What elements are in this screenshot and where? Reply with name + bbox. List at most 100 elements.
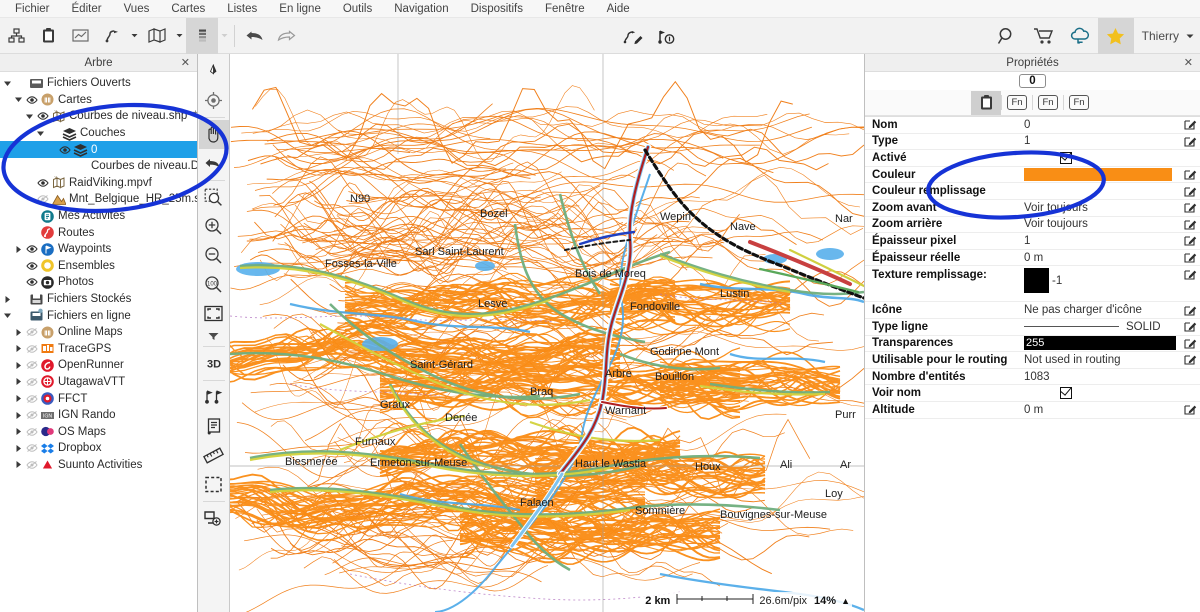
zoom-out-icon[interactable] xyxy=(199,241,229,270)
tab-fn-3[interactable]: Fn xyxy=(1064,91,1094,115)
checkbox-checked-icon[interactable] xyxy=(1060,151,1072,164)
chevron-right-icon[interactable] xyxy=(13,245,24,254)
close-icon[interactable]: ✕ xyxy=(1184,56,1193,69)
tree-item[interactable]: Suunto Activities xyxy=(0,457,197,474)
visibility-eye-icon[interactable] xyxy=(57,145,72,155)
chevron-down-icon[interactable] xyxy=(35,129,46,138)
tree-item[interactable]: Fichiers Ouverts xyxy=(0,75,197,92)
property-row[interactable]: Couleur remplissage xyxy=(865,183,1200,200)
edit-property-icon[interactable] xyxy=(1180,135,1200,148)
map-icon[interactable] xyxy=(141,18,173,54)
property-value[interactable]: 1083 xyxy=(1024,371,1180,383)
tree-item[interactable]: Online Maps xyxy=(0,324,197,341)
visibility-eye-icon[interactable] xyxy=(24,410,39,420)
edit-property-icon[interactable] xyxy=(1180,320,1200,333)
property-row[interactable]: Texture remplissage: -1 xyxy=(865,266,1200,303)
property-row[interactable]: Voir nom xyxy=(865,385,1200,402)
tree-item[interactable]: IGN IGN Rando xyxy=(0,407,197,424)
edit-property-icon[interactable] xyxy=(1180,168,1200,181)
chevron-right-icon[interactable] xyxy=(13,361,24,370)
tab-clipboard[interactable] xyxy=(971,90,1001,115)
property-value[interactable]: 0 m xyxy=(1024,252,1180,264)
chevron-down-icon[interactable] xyxy=(128,18,141,54)
tree-item[interactable]: Mnt_Belgique_HR_25m.shm xyxy=(0,191,197,208)
property-value[interactable]: 1 xyxy=(1024,135,1180,147)
undo-arrow-icon[interactable] xyxy=(199,149,229,178)
cart-icon[interactable] xyxy=(1026,18,1062,54)
select-rect-icon[interactable] xyxy=(199,470,229,499)
property-value[interactable]: 0 xyxy=(1024,119,1180,131)
undo-icon[interactable] xyxy=(238,18,270,54)
tree-item[interactable]: Ensembles xyxy=(0,258,197,275)
hierarchy-icon[interactable] xyxy=(0,18,32,54)
chevron-down-icon[interactable] xyxy=(2,79,13,88)
visibility-eye-icon[interactable] xyxy=(24,261,39,271)
add-region-icon[interactable] xyxy=(199,504,229,533)
tree-item[interactable]: OpenRunner xyxy=(0,357,197,374)
property-row[interactable]: Altitude 0 m xyxy=(865,402,1200,419)
property-row[interactable]: Utilisable pour le routing Not used in ro… xyxy=(865,352,1200,369)
property-value[interactable]: SOLID xyxy=(1024,321,1180,333)
property-value[interactable]: 255 xyxy=(1024,336,1180,351)
tree-item[interactable]: V RaidViking.mpvf xyxy=(0,175,197,192)
property-row[interactable]: Zoom avant Voir toujours xyxy=(865,200,1200,217)
zoom-rect-icon[interactable] xyxy=(199,183,229,212)
property-value[interactable]: Ne pas charger d'icône xyxy=(1024,304,1180,316)
chevron-right-icon[interactable] xyxy=(13,460,24,469)
property-row[interactable]: Icône Ne pas charger d'icône xyxy=(865,302,1200,319)
edit-property-icon[interactable] xyxy=(1180,218,1200,231)
waypoints-pair-icon[interactable] xyxy=(199,383,229,412)
edit-property-icon[interactable] xyxy=(1180,403,1200,416)
redo-icon[interactable] xyxy=(270,18,302,54)
notes-icon[interactable] xyxy=(199,412,229,441)
menu-item-aide[interactable]: Aide xyxy=(596,0,641,18)
waypoint-info-icon[interactable] xyxy=(649,18,681,54)
visibility-eye-icon[interactable] xyxy=(24,394,39,404)
tab-fn-2[interactable]: Fn xyxy=(1033,91,1063,115)
tree-item[interactable]: Photos xyxy=(0,274,197,291)
chevron-right-icon[interactable] xyxy=(13,344,24,353)
visibility-eye-icon[interactable] xyxy=(24,344,39,354)
chevron-right-icon[interactable] xyxy=(13,377,24,386)
menu-item-dispositifs[interactable]: Dispositifs xyxy=(460,0,534,18)
tree-item[interactable]: V Courbes de niveau.shp* xyxy=(0,108,197,125)
layers-stack-icon[interactable] xyxy=(186,17,218,54)
edit-track-icon[interactable] xyxy=(617,18,649,54)
visibility-eye-icon[interactable] xyxy=(35,194,50,204)
chevron-down-icon-2[interactable] xyxy=(173,18,186,54)
tree-item[interactable]: OS Maps xyxy=(0,423,197,440)
property-row[interactable]: Nombre d'entités 1083 xyxy=(865,369,1200,386)
edit-property-icon[interactable] xyxy=(1180,268,1200,281)
texture-swatch[interactable] xyxy=(1024,268,1049,294)
clipboard-icon[interactable] xyxy=(32,18,64,54)
menu-item-en-ligne[interactable]: En ligne xyxy=(268,0,332,18)
visibility-eye-icon[interactable] xyxy=(24,443,39,453)
tree-item[interactable]: UtagawaVTT xyxy=(0,374,197,391)
tree-item[interactable]: 0 xyxy=(0,141,197,158)
zoom-caret-icon[interactable]: ▲ xyxy=(841,596,850,606)
visibility-eye-icon[interactable] xyxy=(24,277,39,287)
property-value[interactable]: 0 m xyxy=(1024,404,1180,416)
property-row[interactable]: Couleur xyxy=(865,167,1200,184)
3d-icon[interactable]: 3D xyxy=(199,349,229,378)
edit-property-icon[interactable] xyxy=(1180,353,1200,366)
visibility-eye-icon[interactable] xyxy=(24,360,39,370)
property-row[interactable]: Épaisseur pixel 1 xyxy=(865,233,1200,250)
tree-item[interactable]: TraceGPS xyxy=(0,341,197,358)
tree-item[interactable]: Dropbox xyxy=(0,440,197,457)
filter-icon[interactable] xyxy=(199,328,229,344)
fit-screen-icon[interactable] xyxy=(199,299,229,328)
menu-item-vues[interactable]: Vues xyxy=(113,0,161,18)
checkbox-checked-icon[interactable] xyxy=(1060,387,1072,400)
close-icon[interactable]: ✕ xyxy=(181,56,190,69)
flag-route-icon[interactable] xyxy=(96,18,128,54)
map-canvas[interactable]: N90 Bozel Wepin Nave Nar Sarl Saint-Laurent Fo… xyxy=(230,54,864,612)
menu-item-fichier[interactable]: Fichier xyxy=(4,0,61,18)
star-icon[interactable] xyxy=(1097,18,1134,54)
chart-icon[interactable] xyxy=(64,18,96,54)
edit-property-icon[interactable] xyxy=(1180,304,1200,317)
chevron-down-icon[interactable] xyxy=(2,311,13,320)
tree-item[interactable]: Routes xyxy=(0,224,197,241)
property-value[interactable]: Voir toujours xyxy=(1024,202,1180,214)
transparency-slider[interactable]: 255 xyxy=(1024,336,1176,351)
